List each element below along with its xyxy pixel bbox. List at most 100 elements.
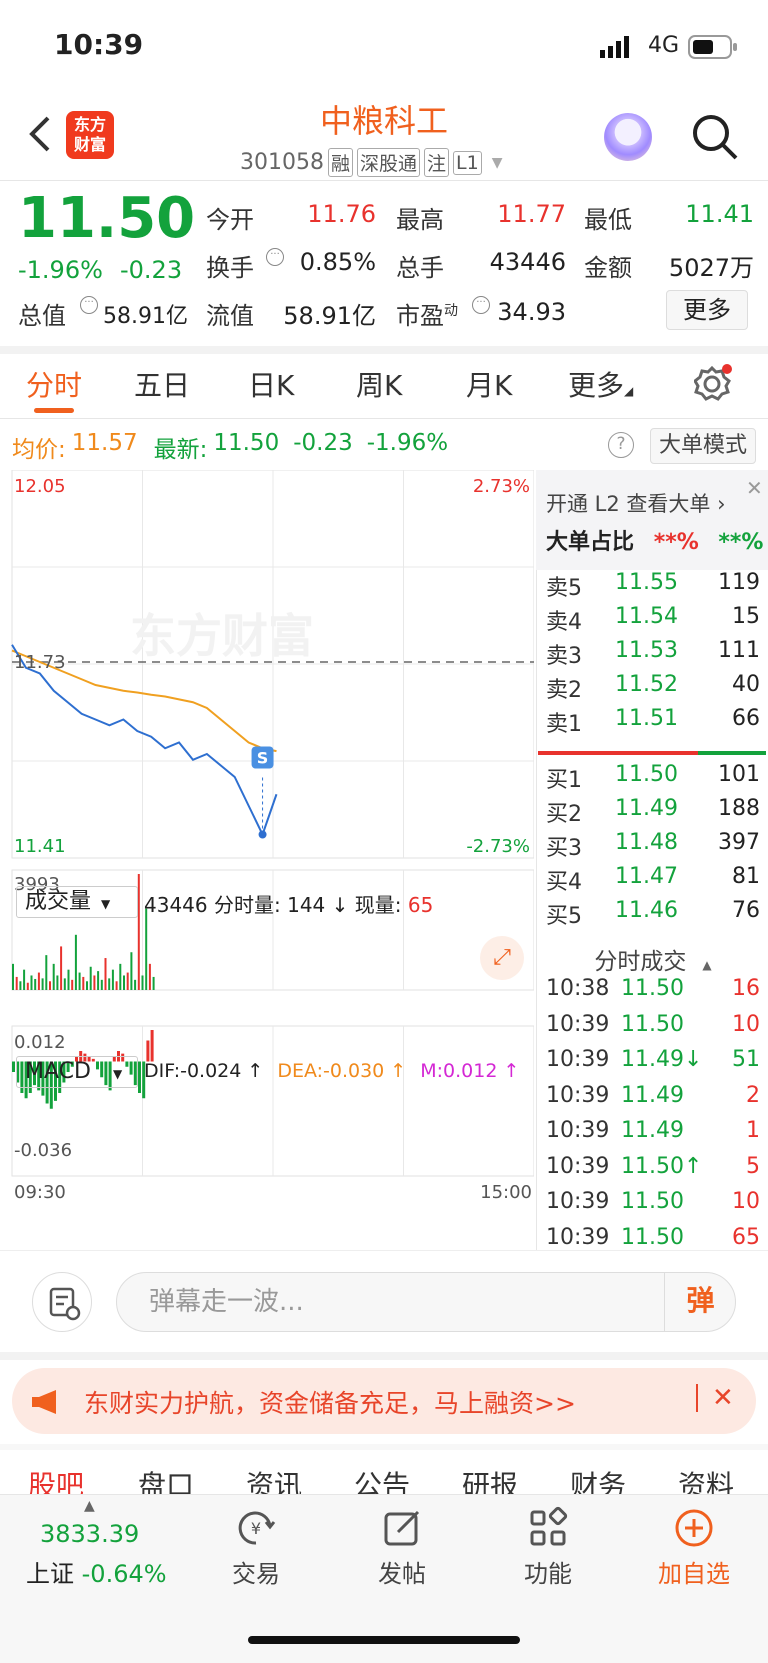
ask-volume: 66 (732, 706, 760, 731)
nav-post[interactable]: 发帖 (352, 1506, 452, 1589)
nav-trade[interactable]: ¥ 交易 (206, 1506, 306, 1589)
divider (0, 418, 768, 419)
minute-volume-value: 144 (287, 893, 326, 917)
tab-weekly-k[interactable]: 周K (356, 364, 402, 404)
more-quote-button[interactable]: 更多 (666, 290, 748, 330)
ask-volume: 40 (732, 672, 760, 697)
megaphone-icon (30, 1388, 62, 1423)
tick-row[interactable]: 10:39 11.50 65 (546, 1225, 760, 1250)
volume-bar (111, 969, 114, 990)
search-icon[interactable] (690, 112, 740, 162)
promo-close-icon[interactable]: ✕ (696, 1384, 734, 1412)
tick-volume: 2 (746, 1082, 760, 1108)
indicator-select-volume[interactable]: 成交量 ▼ (16, 886, 138, 918)
active-tab-indicator (34, 408, 74, 413)
intraday-chart[interactable]: 东方财富 S 12.0511.7311.412.73%-2.73%39930.0… (0, 470, 534, 1250)
tab-monthly-k[interactable]: 月K (466, 364, 512, 404)
nav-add-watchlist[interactable]: 加自选 (644, 1506, 744, 1589)
bid-price: 11.46 (615, 898, 678, 923)
nav-functions[interactable]: 功能 (498, 1506, 598, 1589)
help-icon[interactable]: ? (608, 432, 634, 458)
ask-row[interactable]: 卖4 11.54 15 (546, 604, 760, 636)
volume-bar (30, 975, 33, 990)
bid-price: 11.47 (615, 864, 678, 889)
turnover-label: 换手 (206, 254, 254, 282)
tick-row[interactable]: 10:39 11.49 2 (546, 1083, 760, 1108)
tick-time: 10:39 (546, 1224, 610, 1250)
tick-price: 11.50 (621, 1224, 684, 1250)
ask-row[interactable]: 卖3 11.53 111 (546, 638, 760, 670)
bid-label: 买2 (546, 802, 582, 827)
tab-5day[interactable]: 五日 (134, 364, 190, 404)
turnover-value: 0.85% (299, 248, 376, 276)
info-icon[interactable]: ··· (80, 296, 98, 314)
last-change: -0.23 (293, 430, 353, 456)
index-change: -0.64% (81, 1560, 167, 1588)
signal-s-label: S (257, 749, 269, 768)
signal-icon (600, 36, 640, 62)
bid-row[interactable]: 买3 11.48 397 (546, 830, 760, 862)
info-icon[interactable]: ··· (266, 248, 284, 266)
stock-name[interactable]: 中粮科工 (0, 96, 768, 142)
orderbook-divider-buy (538, 751, 698, 755)
bid-row[interactable]: 买2 11.49 188 (546, 796, 760, 828)
tick-time: 10:39 (546, 1047, 610, 1072)
home-indicator (248, 1636, 520, 1644)
stock-code-row[interactable]: 301058 融 深股通 注 L1 ▼ (240, 148, 503, 177)
tick-row[interactable]: 10:39 11.50 10 (546, 1012, 760, 1037)
tick-row[interactable]: 10:39 11.49 1 (546, 1118, 760, 1143)
tick-row[interactable]: 10:39 11.50 10 (546, 1189, 760, 1214)
nav-post-label: 发帖 (378, 1560, 426, 1588)
tab-more[interactable]: 更多◢ (568, 364, 633, 404)
expand-icon[interactable]: ⤢ (480, 936, 524, 980)
l2-upgrade-link[interactable]: 开通 L2 查看大单 › (546, 488, 725, 518)
float-cap-label: 流值 (206, 302, 254, 330)
bigorder-mode-button[interactable]: 大单模式 (650, 428, 756, 464)
ask-row[interactable]: 卖2 11.52 40 (546, 672, 760, 704)
marketcap-label: 总值 (18, 302, 66, 330)
big-ratio-label: 大单占比 (546, 530, 635, 555)
tick-time: 10:39 (546, 1118, 610, 1143)
close-icon[interactable]: ✕ (746, 476, 763, 500)
ask-label: 卖2 (546, 678, 582, 703)
settings-icon[interactable] (693, 364, 734, 408)
bid-row[interactable]: 买5 11.46 76 (546, 898, 760, 930)
time-axis-start: 09:30 (14, 1182, 66, 1203)
ticks-title[interactable]: 分时成交 ▲ (540, 942, 766, 976)
ask-row[interactable]: 卖1 11.51 66 (546, 706, 760, 738)
ask-row[interactable]: 卖5 11.55 119 (546, 570, 760, 602)
last-percent: -1.96% (366, 430, 449, 456)
low-label: 最低 (584, 206, 632, 234)
danmu-input[interactable]: 弹幕走一波... (116, 1272, 736, 1332)
danmu-send-button[interactable]: 弹 (664, 1272, 736, 1332)
network-label: 4G (648, 33, 680, 58)
tick-price: 11.50 (621, 1011, 684, 1037)
tick-row[interactable]: 10:38 11.50 16 (546, 976, 760, 1001)
robot-avatar[interactable] (604, 113, 652, 161)
tick-row[interactable]: 10:39 11.50↑ 5 (546, 1154, 760, 1179)
volume-bar (63, 978, 66, 990)
indicator-select-macd[interactable]: MACD ▼ (16, 1056, 138, 1088)
section-gap (0, 1444, 768, 1450)
ask-volume: 15 (732, 604, 760, 629)
ask-volume: 111 (718, 638, 760, 663)
price-legend: 均价: 11.57 最新: 11.50 -0.23 -1.96% (12, 430, 448, 464)
index-value[interactable]: 3833.39 (40, 1520, 139, 1548)
tag-margin: 融 (327, 148, 353, 177)
bid-volume: 188 (718, 796, 760, 821)
macd-dif: DIF:-0.024 ↑ (144, 1060, 264, 1082)
tab-intraday[interactable]: 分时 (26, 364, 82, 404)
tick-row[interactable]: 10:39 11.49↓ 51 (546, 1047, 760, 1072)
bid-row[interactable]: 买1 11.50 101 (546, 762, 760, 794)
note-icon[interactable] (32, 1272, 92, 1332)
dropdown-icon[interactable]: ▼ (492, 155, 503, 171)
high-label: 最高 (396, 206, 444, 234)
promo-text[interactable]: 东财实力护航，资金储备充足，马上融资>> (84, 1384, 576, 1420)
tick-time: 10:39 (546, 1011, 610, 1037)
float-cap-value: 58.91亿 (283, 302, 376, 330)
tab-daily-k[interactable]: 日K (248, 364, 294, 404)
index-ticker[interactable]: 上证 -0.64% (26, 1554, 167, 1589)
bid-label: 买5 (546, 904, 582, 929)
tag-shenzhen-connect: 深股通 (357, 148, 421, 177)
bid-row[interactable]: 买4 11.47 81 (546, 864, 760, 896)
